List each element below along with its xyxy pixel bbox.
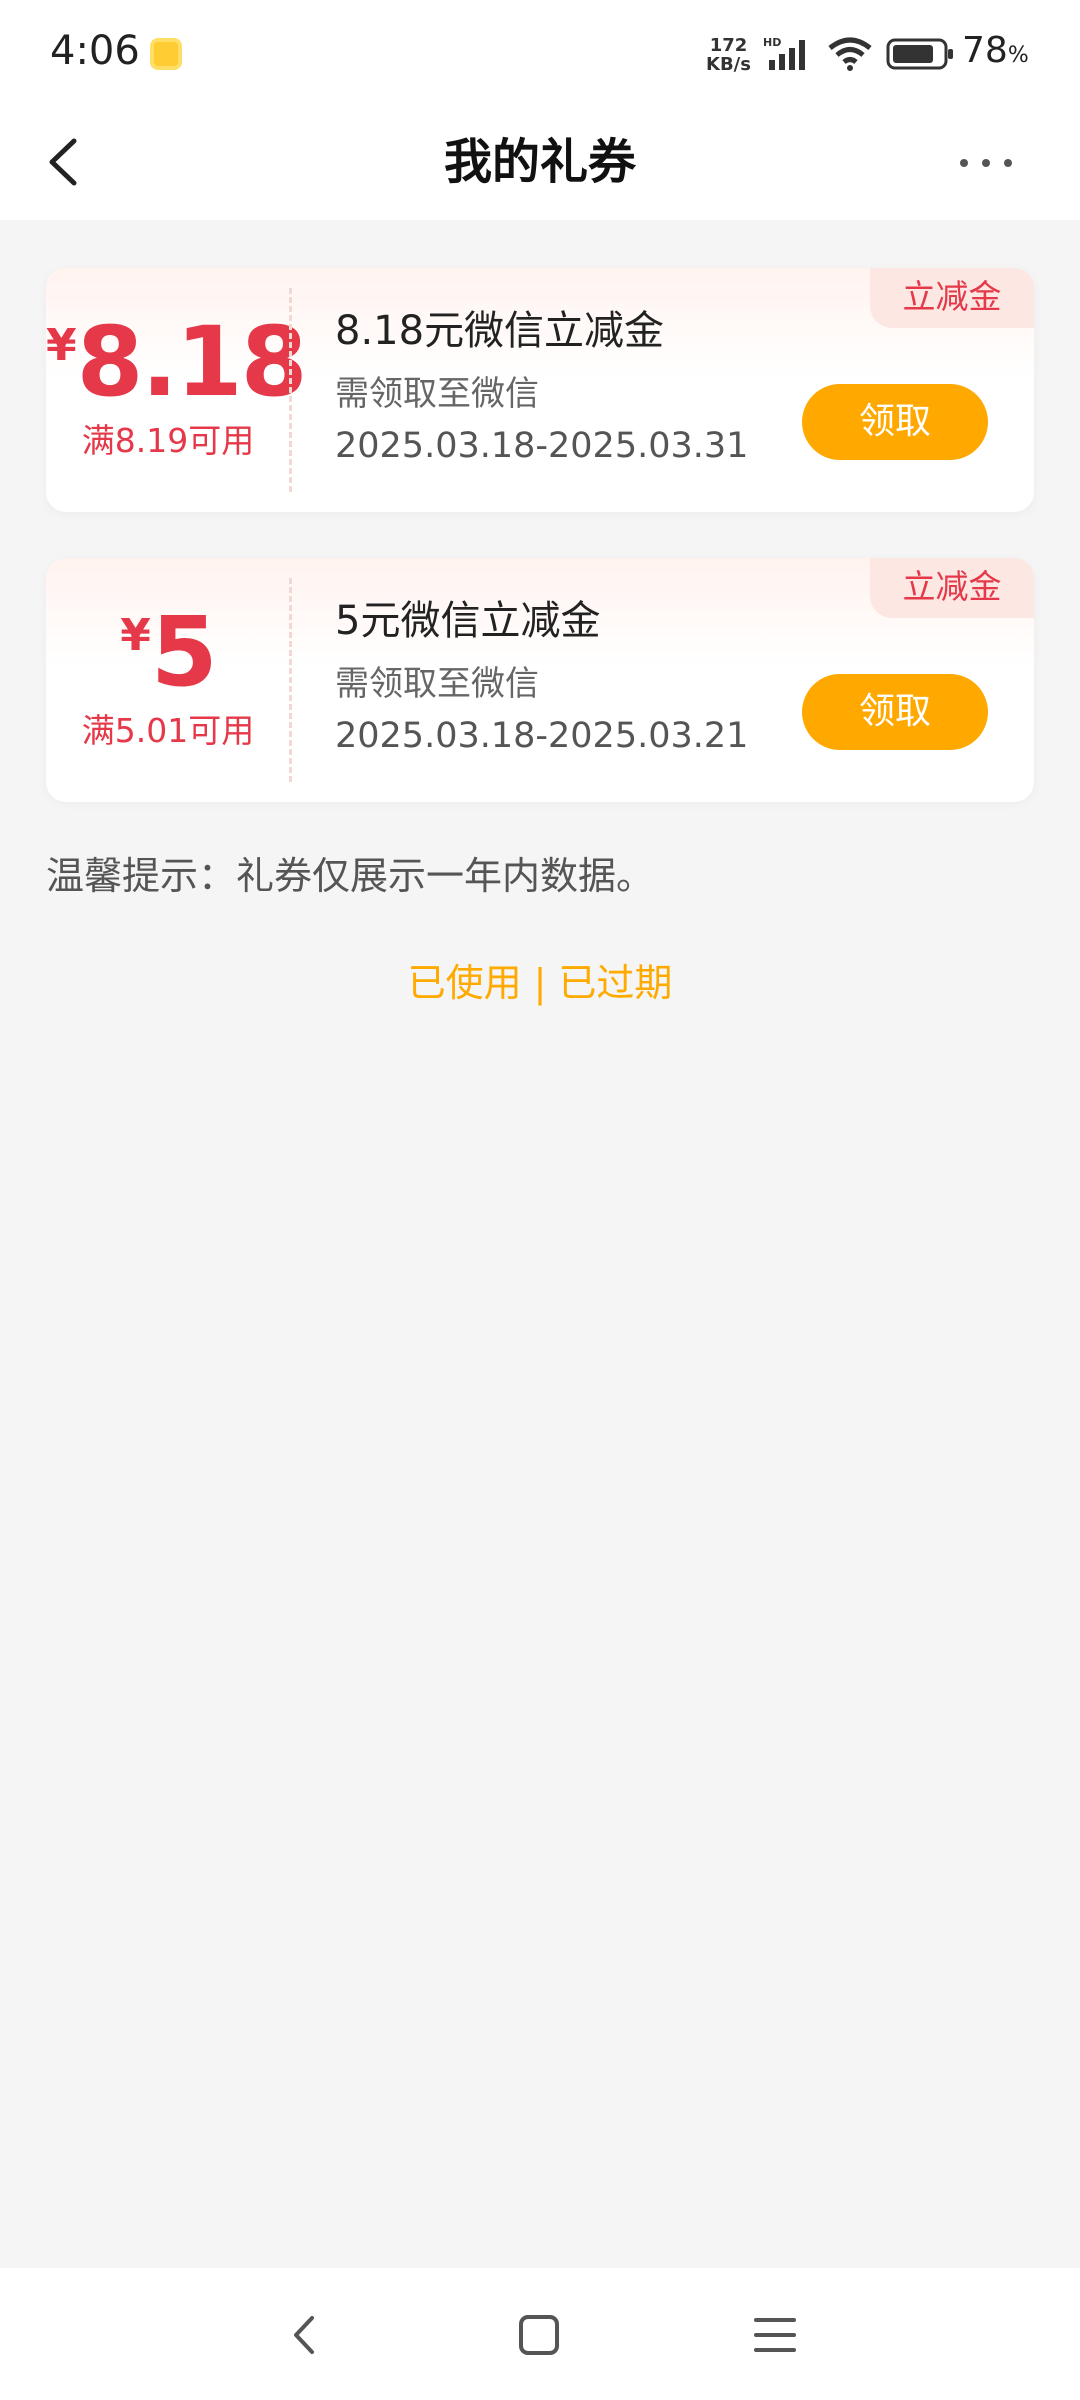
- wifi-icon: [828, 37, 872, 71]
- nav-home-icon[interactable]: [516, 2312, 562, 2358]
- notification-app-icon: [150, 38, 182, 70]
- coupon-divider: [289, 288, 292, 492]
- coupon-type-tag: 立减金: [870, 268, 1034, 328]
- coupon-min-spend: 满5.01可用: [81, 711, 255, 750]
- coupon-amount-value: 5: [150, 596, 218, 708]
- more-options-icon[interactable]: [960, 152, 1026, 171]
- coupon-description: 需领取至微信: [335, 374, 539, 414]
- network-speed: 172 KB/s: [706, 36, 751, 74]
- battery-unit: %: [1007, 43, 1029, 68]
- battery-percentage: 78%: [962, 30, 1029, 71]
- expired-coupons-link[interactable]: 已过期: [558, 961, 672, 1005]
- status-bar: 4:06 172 KB/s HD 78%: [0, 0, 1080, 105]
- cellular-signal-icon: HD: [763, 36, 805, 70]
- tip-text: 温馨提示：礼券仅展示一年内数据。: [46, 854, 655, 898]
- claim-button[interactable]: 领取: [802, 674, 988, 750]
- back-arrow-icon[interactable]: [38, 127, 98, 197]
- nav-recents-icon[interactable]: [752, 2314, 798, 2356]
- coupon-amount: ¥5: [46, 596, 290, 708]
- link-separator: |: [533, 961, 547, 1005]
- coupon-amount: ¥8.18: [46, 306, 307, 418]
- history-links: 已使用 | 已过期: [0, 952, 1080, 1007]
- currency-symbol: ¥: [120, 610, 151, 661]
- network-speed-unit: KB/s: [706, 54, 751, 75]
- claim-button[interactable]: 领取: [802, 384, 988, 460]
- status-time: 4:06: [50, 28, 140, 74]
- svg-text:HD: HD: [763, 36, 781, 49]
- header: 我的礼券: [0, 105, 1080, 220]
- coupon-amount-area: ¥8.18 满8.19可用: [46, 268, 307, 512]
- coupon-divider: [289, 578, 292, 782]
- coupon-description: 需领取至微信: [335, 664, 539, 704]
- coupon-validity: 2025.03.18-2025.03.21: [335, 716, 749, 756]
- coupon-card: ¥5 满5.01可用 5元微信立减金 需领取至微信 2025.03.18-202…: [46, 558, 1034, 802]
- page-title: 我的礼券: [443, 134, 636, 190]
- coupon-validity: 2025.03.18-2025.03.31: [335, 426, 749, 466]
- coupon-min-spend: 满8.19可用: [81, 421, 255, 460]
- system-nav-bar: [0, 2268, 1080, 2400]
- used-coupons-link[interactable]: 已使用: [408, 961, 522, 1005]
- coupon-title: 8.18元微信立减金: [335, 308, 665, 354]
- coupon-title: 5元微信立减金: [335, 598, 601, 644]
- network-speed-value: 172: [709, 35, 748, 56]
- battery-icon: [886, 38, 953, 70]
- coupon-amount-area: ¥5 满5.01可用: [46, 558, 290, 802]
- battery-level: 78: [962, 30, 1008, 71]
- coupon-type-tag: 立减金: [870, 558, 1034, 618]
- currency-symbol: ¥: [46, 320, 77, 371]
- nav-back-icon[interactable]: [282, 2312, 328, 2358]
- coupon-amount-value: 8.18: [76, 306, 308, 418]
- coupon-card: ¥8.18 满8.19可用 8.18元微信立减金 需领取至微信 2025.03.…: [46, 268, 1034, 512]
